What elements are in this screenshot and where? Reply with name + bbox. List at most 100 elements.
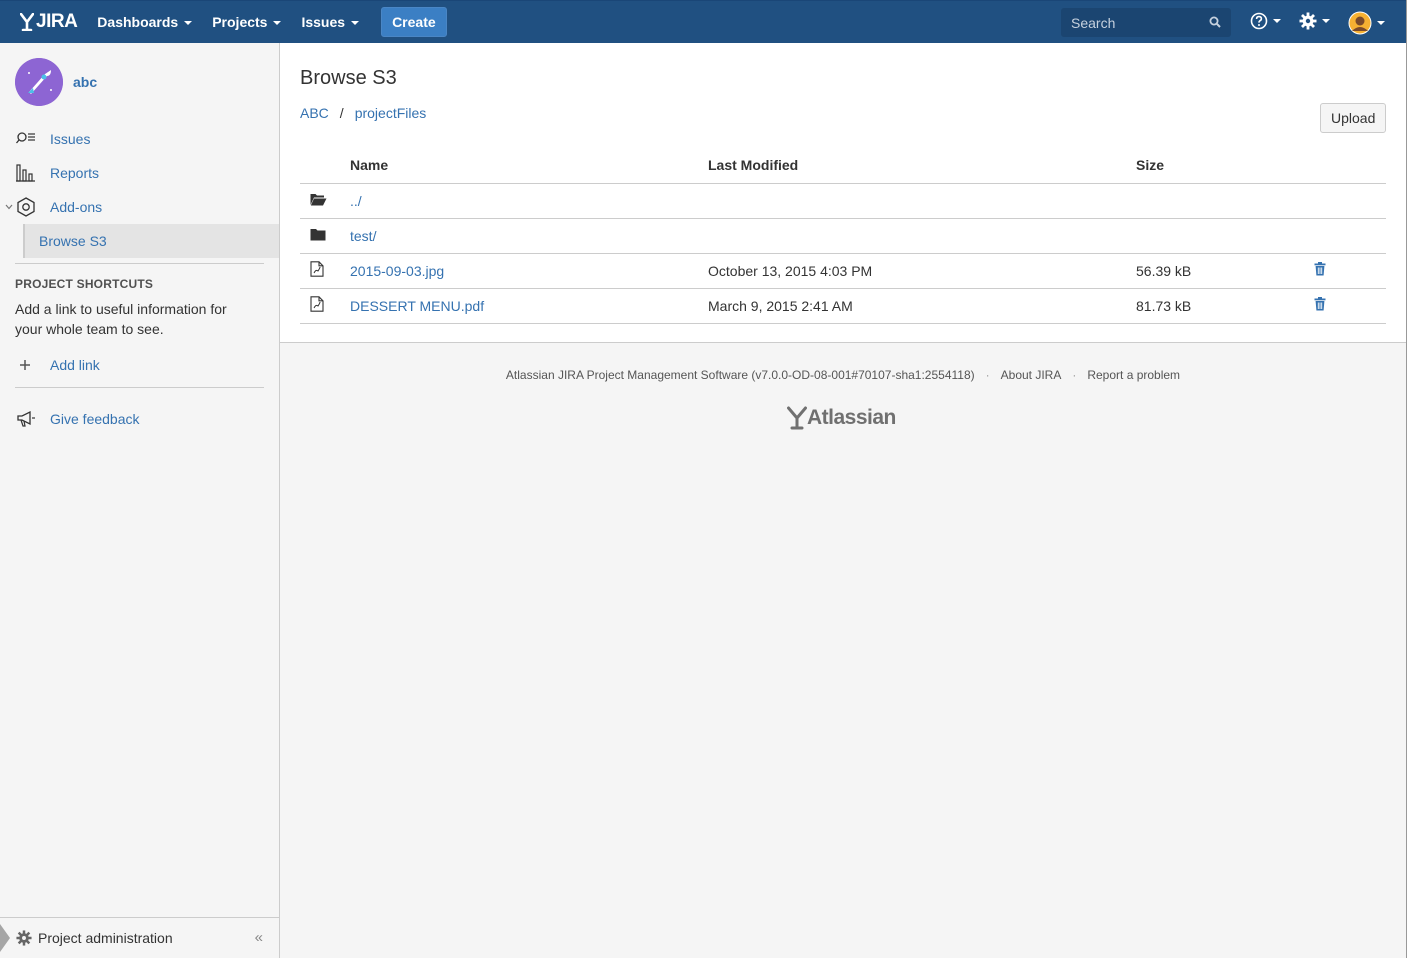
table-row: 2015-09-03.jpg October 13, 2015 4:03 PM …	[300, 253, 1386, 289]
file-modified	[708, 218, 1136, 254]
file-size: 56.39 kB	[1136, 253, 1314, 289]
avatar	[1348, 11, 1372, 35]
column-actions	[1314, 148, 1386, 184]
breadcrumb-separator: /	[339, 105, 344, 121]
upload-button[interactable]: Upload	[1320, 103, 1387, 133]
sidebar-toggle-tab-icon	[0, 924, 10, 952]
about-jira-link[interactable]: About JIRA	[1001, 368, 1062, 382]
breadcrumb: ABC / projectFiles	[300, 105, 426, 121]
atlassian-mark-icon	[20, 13, 34, 31]
project-name[interactable]: abc	[73, 74, 97, 90]
project-shortcuts-description: Add a link to useful information for you…	[15, 301, 227, 337]
sidebar-item-browse-s3[interactable]: Browse S3	[23, 224, 279, 258]
search-box	[1061, 8, 1231, 37]
column-size[interactable]: Size	[1136, 148, 1314, 184]
footer-links: Atlassian JIRA Project Management Softwa…	[280, 368, 1406, 382]
jira-logo-text: JIRA	[36, 11, 78, 32]
column-name[interactable]: Name	[350, 148, 708, 184]
add-link-button[interactable]: Add link	[15, 355, 100, 375]
gear-icon	[16, 930, 32, 946]
plus-icon	[15, 355, 37, 375]
sidebar-divider	[15, 387, 264, 388]
sidebar-item-browse-s3-label: Browse S3	[39, 233, 107, 249]
file-size: 81.73 kB	[1136, 288, 1314, 324]
column-icon	[300, 148, 350, 184]
file-link[interactable]: test/	[350, 228, 376, 244]
settings-menu[interactable]	[1299, 12, 1330, 30]
table-row: DESSERT MENU.pdf March 9, 2015 2:41 AM 8…	[300, 288, 1386, 324]
file-size	[1136, 183, 1314, 219]
create-button[interactable]: Create	[381, 7, 447, 37]
help-menu[interactable]	[1250, 12, 1281, 30]
trash-icon[interactable]	[1314, 262, 1326, 276]
caret-down-icon	[273, 21, 282, 25]
sidebar-item-issues[interactable]: Issues	[15, 129, 90, 149]
megaphone-icon	[15, 409, 37, 429]
nav-projects-label: Projects	[212, 14, 268, 30]
search-input[interactable]	[1071, 14, 1201, 31]
file-link[interactable]: 2015-09-03.jpg	[350, 263, 444, 279]
caret-down-icon	[1273, 19, 1281, 23]
search-icon[interactable]	[1209, 16, 1221, 28]
breadcrumb-abc[interactable]: ABC	[300, 105, 329, 121]
sidebar-item-addons[interactable]: Add-ons	[15, 197, 102, 217]
nav-dashboards-label: Dashboards	[97, 14, 179, 30]
collapse-sidebar-icon[interactable]: «	[255, 929, 263, 946]
report-problem-link[interactable]: Report a problem	[1087, 368, 1180, 382]
rocket-icon	[15, 58, 63, 106]
give-feedback-label: Give feedback	[50, 411, 140, 427]
addons-icon	[15, 197, 37, 217]
file-icon	[310, 261, 324, 277]
breadcrumb-projectfiles[interactable]: projectFiles	[355, 105, 427, 121]
table-row: ../	[300, 183, 1386, 219]
nav-issues-label: Issues	[301, 14, 346, 30]
project-sidebar: abc Issues Reports Add-ons Browse S3 PRO…	[0, 43, 280, 958]
folder-open-icon	[310, 193, 327, 205]
jira-logo[interactable]: JIRA	[20, 11, 78, 33]
file-link[interactable]: ../	[350, 193, 362, 209]
software-version-text: Atlassian JIRA Project Management Softwa…	[505, 368, 975, 382]
table-header-row: Name Last Modified Size	[300, 148, 1386, 184]
project-administration-label: Project administration	[38, 930, 173, 946]
user-menu[interactable]	[1348, 11, 1385, 35]
sidebar-item-reports-label: Reports	[50, 165, 100, 181]
trash-icon[interactable]	[1314, 297, 1326, 311]
file-link[interactable]: DESSERT MENU.pdf	[350, 298, 484, 314]
atlassian-mark-icon	[787, 406, 807, 430]
sidebar-item-addons-label: Add-ons	[50, 199, 103, 215]
chevron-down-icon[interactable]	[5, 204, 13, 210]
add-link-label: Add link	[50, 357, 100, 373]
sidebar-divider	[15, 263, 264, 264]
project-header[interactable]: abc	[15, 58, 97, 106]
file-icon	[310, 296, 324, 312]
caret-down-icon	[184, 21, 193, 25]
project-administration[interactable]: Project administration «	[0, 917, 279, 958]
footer-separator: ·	[985, 368, 990, 382]
reports-chart-icon	[15, 163, 37, 183]
give-feedback-link[interactable]: Give feedback	[15, 409, 140, 429]
folder-icon	[310, 228, 326, 240]
footer-separator: ·	[1072, 368, 1077, 382]
file-modified: March 9, 2015 2:41 AM	[708, 288, 1136, 324]
nav-projects[interactable]: Projects	[212, 1, 282, 44]
atlassian-logo[interactable]: Atlassian	[787, 406, 896, 430]
column-last-modified[interactable]: Last Modified	[708, 148, 1136, 184]
sidebar-item-issues-label: Issues	[50, 131, 91, 147]
project-avatar	[15, 58, 63, 106]
main-content: Browse S3 ABC / projectFiles Upload Name…	[280, 43, 1406, 343]
page-title: Browse S3	[300, 67, 397, 89]
help-icon	[1250, 12, 1268, 30]
file-size	[1136, 218, 1314, 254]
caret-down-icon	[351, 21, 360, 25]
nav-issues[interactable]: Issues	[301, 1, 360, 44]
nav-dashboards[interactable]: Dashboards	[97, 1, 193, 44]
gear-icon	[1299, 12, 1317, 30]
table-row: test/	[300, 218, 1386, 254]
file-modified: October 13, 2015 4:03 PM	[708, 253, 1136, 289]
project-shortcuts-heading: PROJECT SHORTCUTS	[15, 277, 154, 291]
atlassian-logo-text: Atlassian	[807, 406, 896, 429]
file-modified	[708, 183, 1136, 219]
caret-down-icon	[1322, 19, 1330, 23]
issues-search-icon	[15, 129, 37, 149]
sidebar-item-reports[interactable]: Reports	[15, 163, 99, 183]
